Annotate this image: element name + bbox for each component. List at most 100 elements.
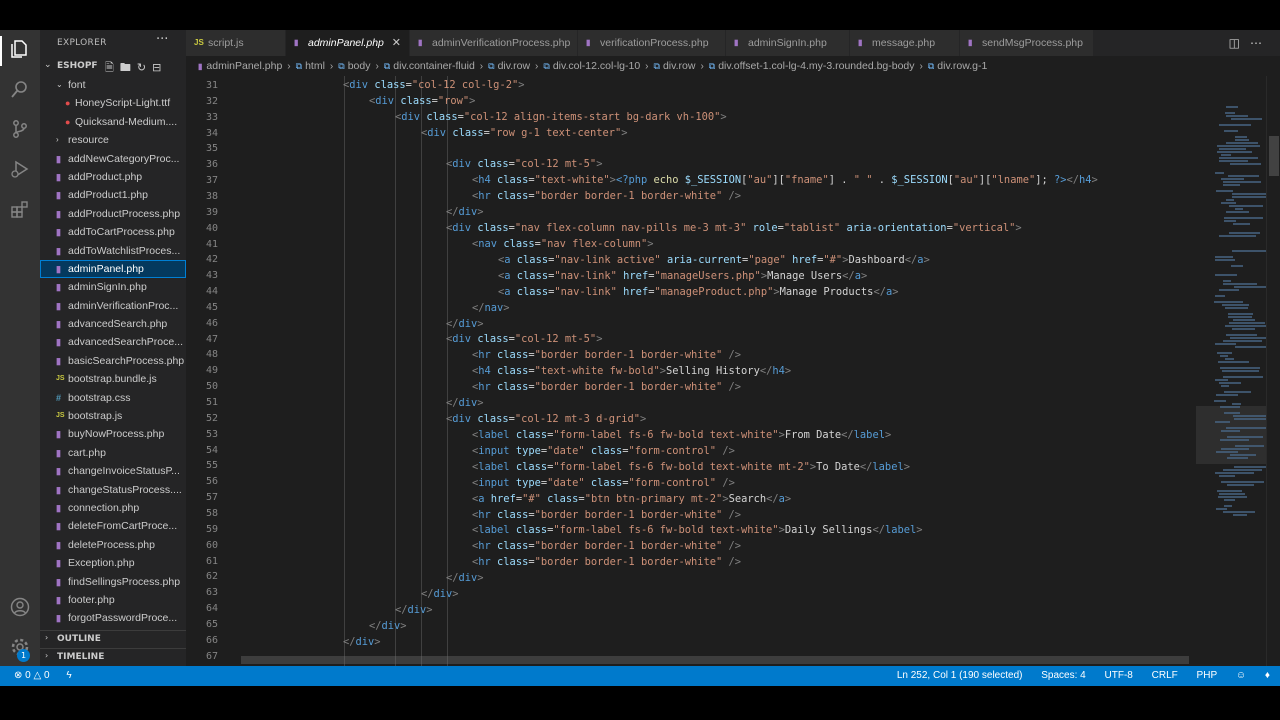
new-folder-icon[interactable]: 🖿 — [120, 61, 137, 74]
cursor-position[interactable]: Ln 252, Col 1 (190 selected) — [897, 666, 1023, 686]
tab-sendmsgprocess-php[interactable]: ▮ sendMsgProcess.php — [960, 30, 1094, 56]
lightning-icon[interactable]: ϟ — [66, 670, 71, 681]
indentation[interactable]: Spaces: 4 — [1041, 666, 1085, 686]
split-editor-icon[interactable]: ◫ — [1229, 36, 1250, 50]
breadcrumb-item[interactable]: ⧉ div.row.g-1 — [928, 56, 987, 76]
file-item[interactable]: ▮ buyNowProcess.php — [40, 425, 186, 443]
minimap-line — [1219, 157, 1258, 159]
tab-verificationprocess-php[interactable]: ▮ verificationProcess.php — [578, 30, 726, 56]
breadcrumb-item[interactable]: ⧉ div.row — [654, 56, 696, 76]
file-item[interactable]: ▮ changeStatusProcess.... — [40, 481, 186, 499]
end-of-line[interactable]: CRLF — [1152, 666, 1178, 686]
notifications-bell-icon[interactable]: ♦ — [1265, 666, 1270, 686]
horizontal-scrollbar[interactable] — [241, 656, 1189, 664]
explorer-more-actions-icon[interactable]: ··· — [156, 32, 168, 47]
settings-update-badge: 1 — [17, 649, 30, 662]
tab-adminverificationprocess-php[interactable]: ▮ adminVerificationProcess.php — [410, 30, 578, 56]
tab-adminpanel-php[interactable]: ▮ adminPanel.php ✕ — [286, 30, 410, 56]
file-item[interactable]: ● HoneyScript-Light.ttf — [40, 94, 186, 112]
breadcrumb-item[interactable]: ⧉ div.offset-1.col-lg-4.my-3.rounded.bg-b… — [709, 56, 915, 76]
minimap-line — [1230, 163, 1261, 165]
code-editor[interactable]: 31 32 33 34 35 36 37 38 39 40 41 42 43 44 45 46 47 48 49 50… — [186, 76, 1280, 666]
run-debug-icon[interactable] — [8, 158, 32, 182]
file-item[interactable]: ▮ addProduct1.php — [40, 186, 186, 204]
tab-script-js[interactable]: JS script.js — [186, 30, 286, 56]
minimap-line — [1234, 466, 1269, 468]
line-number: 56 — [205, 476, 218, 488]
feedback-icon[interactable]: ☺ — [1236, 666, 1246, 686]
file-item[interactable]: ▮ adminSignIn.php — [40, 278, 186, 296]
folder-resource[interactable]: › resource — [40, 131, 186, 149]
file-item[interactable]: ▮ advancedSearch.php — [40, 315, 186, 333]
file-item[interactable]: ● Quicksand-Medium.... — [40, 113, 186, 131]
account-icon[interactable] — [8, 596, 32, 620]
chevron-right-icon: › — [375, 61, 379, 72]
file-item[interactable]: ▮ basicSearchProcess.php — [40, 352, 186, 370]
file-item[interactable]: ▮ addNewCategoryProc... — [40, 150, 186, 168]
close-icon[interactable]: ✕ — [392, 30, 401, 56]
explorer-sidebar: EXPLORER ··· ⌄ ESHOPF 🗎🖿↻⊟ ⌄ font ● Hone… — [40, 30, 186, 666]
tab-label: adminPanel.php — [308, 37, 384, 49]
php-file-icon: ▮ — [56, 319, 61, 330]
file-item[interactable]: ▮ connection.php — [40, 499, 186, 517]
breadcrumb-item[interactable]: ⧉ div.col-12.col-lg-10 — [543, 56, 640, 76]
tab-message-php[interactable]: ▮ message.php — [850, 30, 960, 56]
breadcrumb-item[interactable]: ⧉ html — [296, 56, 325, 76]
file-item[interactable]: ▮ addProduct.php — [40, 168, 186, 186]
language-mode[interactable]: PHP — [1197, 666, 1218, 686]
file-item[interactable]: ▮ addToWatchlistProces... — [40, 242, 186, 260]
problems-indicator[interactable]: ⊗ 0 △ 0 — [14, 670, 50, 681]
file-item[interactable]: ▮ changeInvoiceStatusP... — [40, 462, 186, 480]
file-item[interactable]: ▮ adminPanel.php — [40, 259, 186, 279]
breadcrumb-item[interactable]: ▮ adminPanel.php — [198, 56, 282, 76]
new-file-icon[interactable]: 🗎 — [105, 61, 120, 74]
minimap-line — [1223, 376, 1263, 378]
indent-guide — [421, 76, 422, 666]
breadcrumb-item[interactable]: ⧉ body — [338, 56, 370, 76]
file-item[interactable]: JS bootstrap.bundle.js — [40, 370, 186, 388]
search-icon[interactable] — [8, 78, 32, 102]
file-item[interactable]: ▮ addToCartProcess.php — [40, 223, 186, 241]
file-item[interactable]: ▮ footer.php — [40, 591, 186, 609]
explorer-icon[interactable] — [8, 38, 32, 62]
breadcrumb-item[interactable]: ⧉ div.container-fluid — [384, 56, 475, 76]
file-item[interactable]: ▮ cart.php — [40, 444, 186, 462]
php-file-icon: ▮ — [56, 466, 61, 477]
minimap-line — [1228, 313, 1253, 315]
minimap-line — [1230, 454, 1256, 456]
code-area[interactable]: <div class="col-12 col-lg-2"> <div class… — [241, 76, 1191, 666]
file-item[interactable]: ▮ adminVerificationProc... — [40, 297, 186, 315]
file-item[interactable]: JS bootstrap.js — [40, 407, 186, 425]
vertical-scrollbar[interactable] — [1266, 76, 1280, 666]
file-item[interactable]: ▮ forgotPasswordProce... — [40, 609, 186, 627]
error-count: 0 — [25, 670, 31, 681]
folder-font[interactable]: ⌄ font — [40, 76, 186, 94]
file-item[interactable]: ▮ findSellingsProcess.php — [40, 573, 186, 591]
source-control-icon[interactable] — [8, 118, 32, 142]
more-actions-icon[interactable]: ⋯ — [1250, 36, 1272, 50]
line-number: 39 — [205, 206, 218, 218]
encoding[interactable]: UTF-8 — [1105, 666, 1133, 686]
workspace-root-folder[interactable]: ⌄ ESHOPF 🗎🖿↻⊟ — [40, 58, 186, 76]
scrollbar-thumb[interactable] — [1269, 136, 1279, 176]
file-item[interactable]: # bootstrap.css — [40, 389, 186, 407]
file-label: HoneyScript-Light.ttf — [75, 97, 171, 110]
refresh-icon[interactable]: ↻ — [137, 61, 152, 74]
file-item[interactable]: ▮ addProductProcess.php — [40, 205, 186, 223]
breadcrumb-item[interactable]: ⧉ div.row — [488, 56, 530, 76]
file-item[interactable]: ▮ Exception.php — [40, 554, 186, 572]
tab-adminsignin-php[interactable]: ▮ adminSignIn.php — [726, 30, 850, 56]
minimap-line — [1227, 436, 1263, 438]
php-file-icon: ▮ — [418, 38, 423, 47]
code-line: </div> — [446, 572, 484, 584]
extensions-icon[interactable] — [8, 198, 32, 222]
file-item[interactable]: ▮ deleteFromCartProce... — [40, 517, 186, 535]
breadcrumb-label: adminPanel.php — [206, 60, 283, 72]
code-line: <nav class="nav flex-column"> — [472, 238, 654, 250]
file-item[interactable]: ▮ deleteProcess.php — [40, 536, 186, 554]
collapse-all-icon[interactable]: ⊟ — [152, 61, 167, 74]
file-item[interactable]: ▮ advancedSearchProce... — [40, 333, 186, 351]
html-element-icon: ⧉ — [488, 61, 495, 71]
timeline-section[interactable]: › TIMELINE — [40, 648, 186, 666]
outline-section[interactable]: › OUTLINE — [40, 630, 186, 648]
